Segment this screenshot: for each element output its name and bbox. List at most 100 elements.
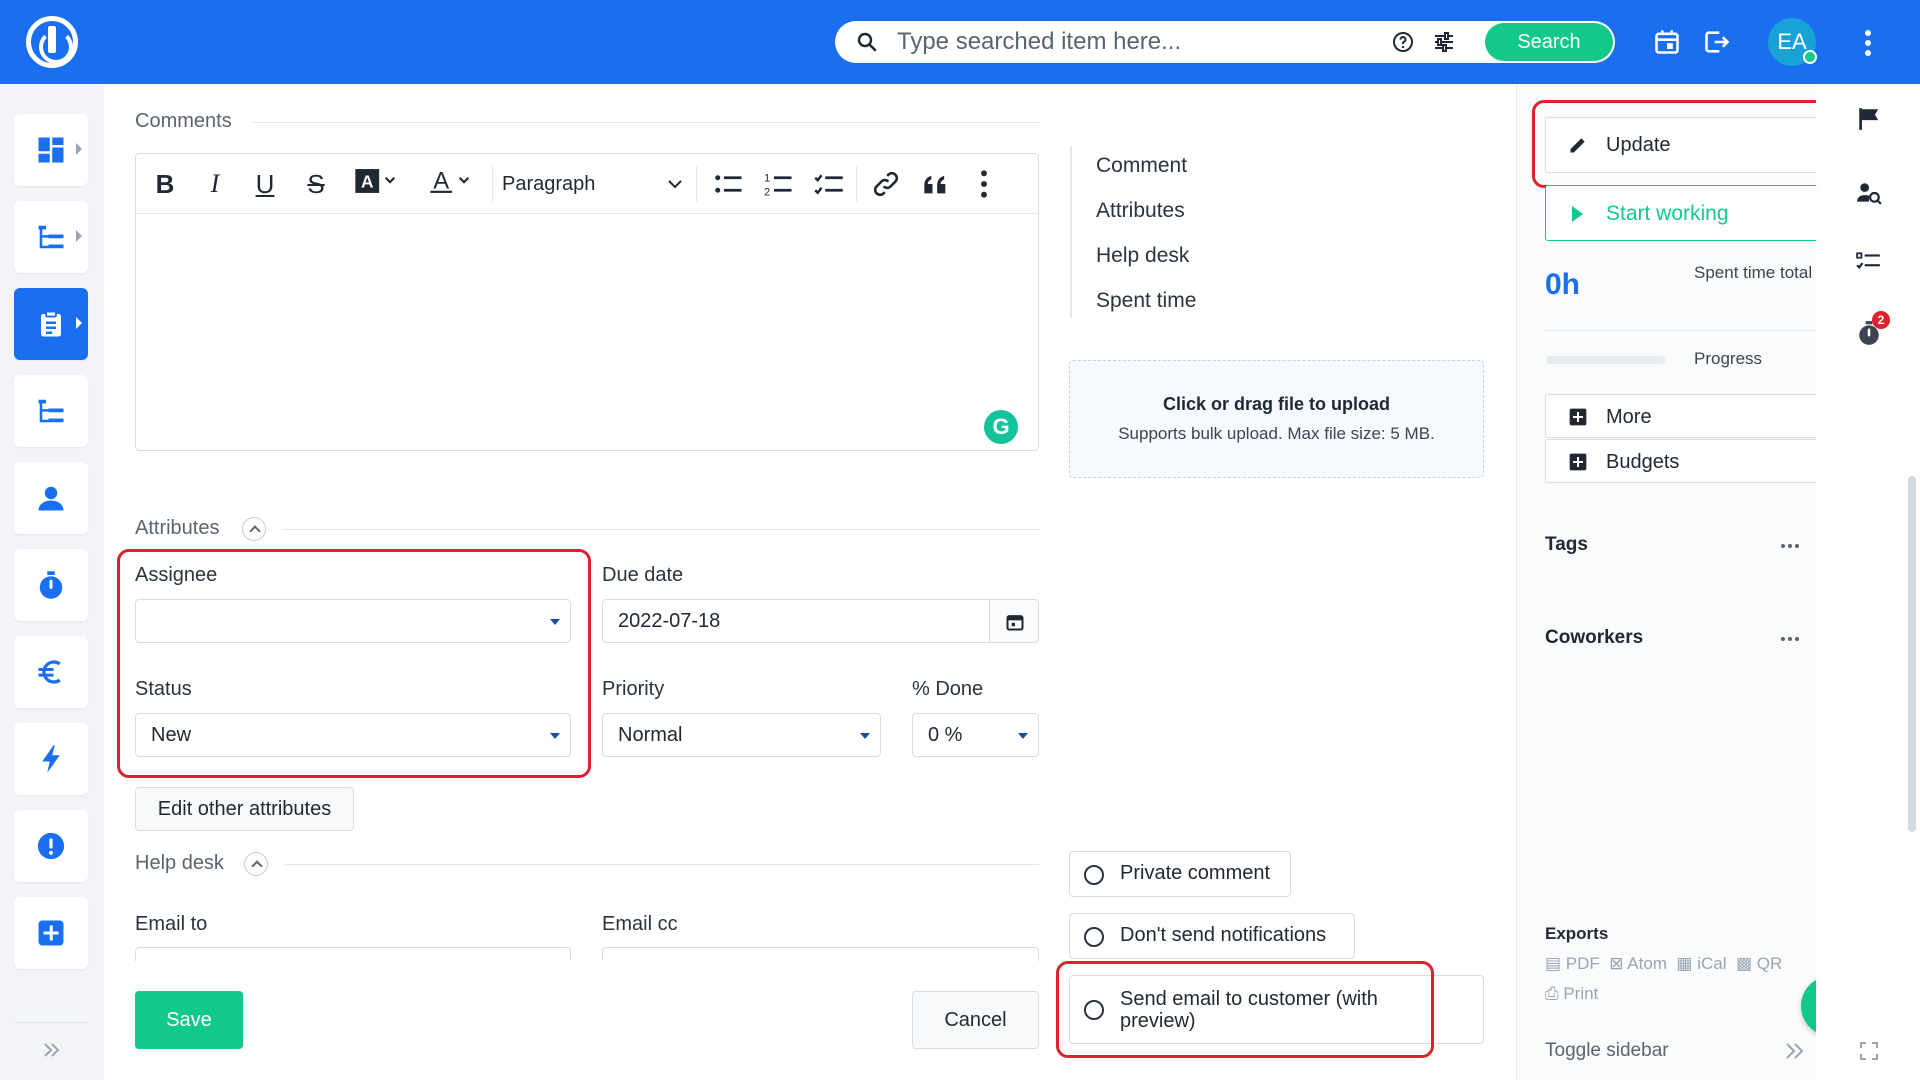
nav-alerts[interactable]	[14, 810, 88, 882]
bold-button[interactable]: B	[150, 168, 180, 200]
email-to-label: Email to	[135, 913, 208, 935]
grammarly-icon[interactable]: G	[984, 410, 1018, 444]
right-rail	[1816, 84, 1920, 1080]
flag-icon[interactable]	[1856, 106, 1882, 132]
comments-title: Comments	[135, 110, 232, 132]
save-button[interactable]: Save	[135, 991, 243, 1049]
double-chevron-right-icon[interactable]	[1784, 1042, 1806, 1060]
print-link[interactable]: ⎙ Print	[1545, 984, 1598, 1004]
start-working-button[interactable]: Start working	[1545, 185, 1825, 241]
search-icon[interactable]	[855, 30, 879, 54]
calendar-icon[interactable]	[1653, 28, 1681, 56]
priority-select[interactable]: Normal	[602, 713, 881, 757]
highlight-color-button[interactable]: A	[350, 168, 404, 200]
nav-users[interactable]	[14, 462, 88, 534]
fullscreen-icon[interactable]	[1860, 1042, 1878, 1060]
alert-icon	[37, 832, 65, 860]
toggle-sidebar-link[interactable]: Toggle sidebar	[1545, 1040, 1669, 1062]
user-search-icon[interactable]	[1856, 180, 1882, 206]
font-color-icon: A	[430, 168, 470, 195]
font-color-button[interactable]: A	[424, 168, 478, 200]
sidebar-divider	[1545, 330, 1825, 331]
numbered-list-icon[interactable]: 12	[764, 168, 794, 200]
due-date-input[interactable]: 2022-07-18	[602, 599, 990, 643]
attributes-divider	[283, 529, 1039, 530]
helpdesk-collapse-button[interactable]	[244, 852, 268, 876]
highlight-color-icon: A	[355, 169, 396, 193]
nav-projects[interactable]	[14, 201, 88, 273]
project-tree-icon	[38, 225, 64, 249]
cancel-button[interactable]: Cancel	[912, 991, 1039, 1049]
page-scrollbar[interactable]	[1908, 476, 1916, 832]
italic-button[interactable]: I	[200, 168, 230, 200]
expand-double-chevron-icon[interactable]	[40, 1038, 64, 1062]
play-icon	[1572, 206, 1583, 222]
budgets-label: Budgets	[1606, 451, 1680, 473]
logout-icon[interactable]	[1703, 28, 1731, 56]
editor-toolbar: B I U S A A Paragraph 12	[136, 154, 1038, 214]
plus-square-icon	[1569, 408, 1587, 426]
paragraph-style-value: Paragraph	[502, 173, 596, 195]
search-button[interactable]: Search	[1485, 23, 1613, 61]
atom-export-link[interactable]: ⊠ Atom	[1609, 954, 1667, 973]
tab-comment[interactable]: Comment	[1096, 154, 1187, 178]
user-icon	[38, 486, 64, 511]
underline-button[interactable]: U	[250, 168, 280, 200]
edit-other-attributes-button[interactable]: Edit other attributes	[135, 787, 354, 831]
nav-tasks[interactable]	[14, 288, 88, 360]
attributes-title: Attributes	[135, 517, 220, 539]
dont-send-notifications-option[interactable]: Don't send notifications	[1069, 913, 1355, 959]
tags-heading: Tags	[1545, 534, 1588, 555]
filter-sliders-icon[interactable]	[1432, 30, 1456, 54]
qr-export-link[interactable]: ▩ QR	[1736, 954, 1782, 973]
tab-attributes[interactable]: Attributes	[1096, 199, 1185, 223]
dont-send-notifications-checkbox[interactable]	[1084, 927, 1104, 947]
help-circle-icon[interactable]	[1391, 30, 1415, 54]
task-list-icon[interactable]	[1856, 249, 1882, 275]
nav-hierarchy[interactable]	[14, 375, 88, 447]
private-comment-checkbox[interactable]	[1084, 865, 1104, 885]
nav-add[interactable]	[14, 897, 88, 969]
bullet-list-icon[interactable]	[714, 168, 744, 200]
tags-more-icon[interactable]	[1780, 543, 1800, 549]
tab-spent-time[interactable]: Spent time	[1096, 289, 1196, 313]
app-logo[interactable]	[26, 16, 78, 68]
nav-finance[interactable]	[14, 636, 88, 708]
attributes-collapse-button[interactable]	[242, 517, 266, 541]
spent-time-label: Spent time total	[1694, 263, 1813, 282]
done-select[interactable]: 0 %	[912, 713, 1039, 757]
highlight-box-update	[1532, 100, 1837, 188]
budgets-button[interactable]: Budgets	[1545, 439, 1825, 483]
nav-actions[interactable]	[14, 723, 88, 795]
more-button[interactable]: More	[1545, 394, 1825, 438]
euro-icon	[38, 660, 61, 684]
link-icon[interactable]	[872, 168, 900, 200]
comment-editor[interactable]: B I U S A A Paragraph 12 G	[135, 153, 1039, 451]
hierarchy-icon	[38, 399, 64, 423]
ical-export-link[interactable]: ▦ iCal	[1676, 954, 1726, 973]
file-upload-zone[interactable]: Click or drag file to upload Supports bu…	[1069, 360, 1484, 478]
email-to-input[interactable]	[135, 947, 571, 961]
top-bar: Search EA	[0, 0, 1920, 84]
chevron-down-icon	[668, 180, 682, 189]
helpdesk-divider	[285, 864, 1039, 865]
private-comment-option[interactable]: Private comment	[1069, 851, 1291, 897]
checklist-icon[interactable]	[814, 168, 844, 200]
paragraph-style-select[interactable]: Paragraph	[502, 167, 686, 201]
email-cc-input[interactable]	[602, 947, 1039, 961]
dashboard-icon	[38, 137, 64, 163]
more-options-icon[interactable]	[974, 168, 994, 200]
search-input[interactable]	[897, 27, 1377, 57]
plus-square-icon	[1569, 453, 1587, 471]
tab-help-desk[interactable]: Help desk	[1096, 244, 1189, 268]
nav-time-tracking[interactable]	[14, 549, 88, 621]
nav-dashboard[interactable]	[14, 114, 88, 186]
stopwatch-icon	[39, 571, 63, 599]
email-cc-label: Email cc	[602, 913, 678, 935]
more-vertical-icon[interactable]	[1856, 28, 1880, 58]
quote-icon[interactable]	[922, 168, 950, 200]
pdf-export-link[interactable]: ▤ PDF	[1545, 954, 1600, 973]
date-picker-button[interactable]	[989, 599, 1039, 643]
strikethrough-button[interactable]: S	[301, 168, 331, 200]
coworkers-more-icon[interactable]	[1780, 636, 1800, 642]
